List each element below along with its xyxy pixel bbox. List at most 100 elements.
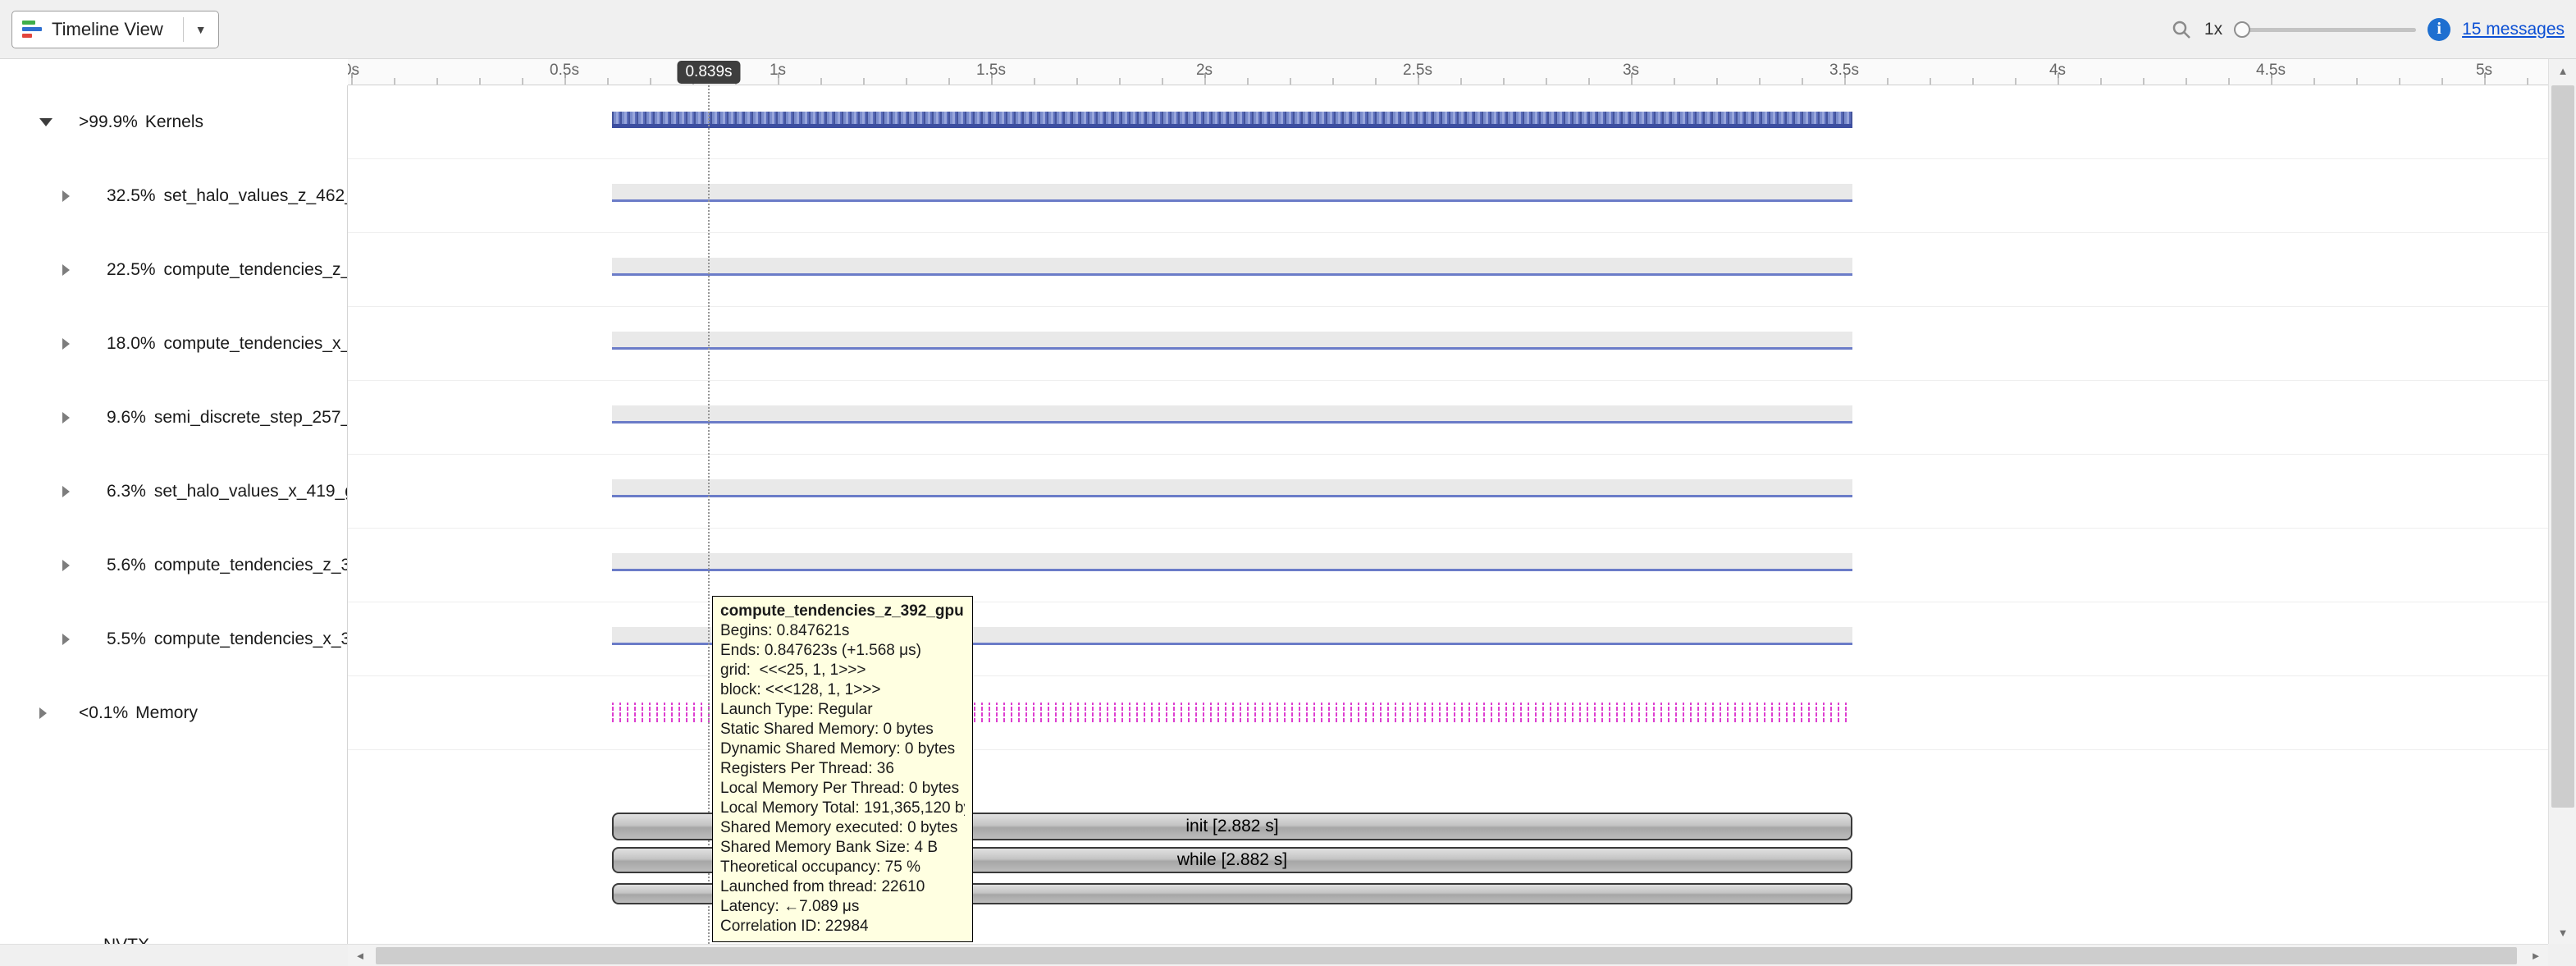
sidebar-row-memory[interactable]: <0.1% Memory — [0, 676, 348, 750]
toolbar: Timeline View ▼ 1x i 15 messages — [0, 0, 2576, 59]
sidebar-row-kernels[interactable]: >99.9% Kernels — [0, 85, 348, 159]
zoom-slider[interactable] — [2234, 20, 2416, 39]
zoom-slider-thumb[interactable] — [2234, 21, 2250, 38]
tooltip-line: Theoretical occupancy: 75 % — [720, 858, 965, 877]
kernel-tooltip: compute_tendencies_z_392_gpu Begins: 0.8… — [712, 596, 973, 942]
row-percent: 5.6% — [107, 556, 146, 575]
scroll-right-arrow[interactable]: ► — [2523, 945, 2548, 966]
tooltip-line: Latency: ←7.089 μs — [720, 897, 965, 917]
ruler-tick-label: 0.5s — [550, 62, 579, 80]
tooltip-line: Correlation ID: 22984 — [720, 917, 965, 936]
row-percent: 22.5% — [107, 260, 156, 280]
nvtx-range-label: init [2.882 s] — [1185, 817, 1278, 836]
kernel-track-bar[interactable] — [612, 184, 1852, 202]
scroll-left-arrow[interactable]: ◄ — [348, 945, 372, 966]
scrollbar-corner — [2548, 944, 2576, 966]
kernels-activity-bar[interactable] — [612, 112, 1852, 128]
row-name: Kernels — [145, 112, 203, 132]
ruler-tick-label: 1.5s — [976, 62, 1006, 80]
row-name: compute_tendencies_z_354_gpu — [164, 260, 348, 280]
tooltip-line: Shared Memory Bank Size: 4 B — [720, 838, 965, 858]
horizontal-scrollbar-thumb[interactable] — [376, 947, 2517, 964]
tooltip-line: block: <<<128, 1, 1>>> — [720, 680, 965, 700]
chevron-down-icon: ▼ — [192, 23, 210, 36]
ruler-tick-label: 4.5s — [2256, 62, 2286, 80]
sidebar-row-semi-discrete-step[interactable]: 9.6% semi_discrete_step_257_gpu — [0, 381, 348, 455]
row-percent: >99.9% — [79, 112, 138, 132]
vertical-scrollbar[interactable]: ▲ ▼ — [2548, 59, 2576, 944]
row-percent: 5.5% — [107, 630, 146, 649]
tooltip-line: Local Memory Per Thread: 0 bytes — [720, 779, 965, 799]
tooltip-line: grid: <<<25, 1, 1>>> — [720, 661, 965, 680]
tooltip-title: compute_tendencies_z_392_gpu — [720, 602, 965, 621]
tooltip-line: Shared Memory executed: 0 bytes — [720, 818, 965, 838]
timeline-row-semi-discrete-step — [348, 381, 2548, 455]
row-name: semi_discrete_step_257_gpu — [154, 408, 348, 428]
cursor-time-badge: 0.839s — [677, 61, 740, 84]
zoom-slider-track[interactable] — [2234, 28, 2416, 32]
timeline-row-compute-tendencies-x-324 — [348, 602, 2548, 676]
tooltip-line: Dynamic Shared Memory: 0 bytes — [720, 739, 965, 759]
sidebar-row-set-halo-values-z[interactable]: 32.5% set_halo_values_z_462_gpu — [0, 159, 348, 233]
sidebar-row-compute-tendencies-z-354[interactable]: 22.5% compute_tendencies_z_354_gpu — [0, 233, 348, 307]
dropdown-separator — [183, 17, 184, 42]
scroll-up-arrow[interactable]: ▲ — [2549, 59, 2576, 82]
expand-triangle-icon[interactable] — [62, 412, 70, 423]
tooltip-line: Begins: 0.847621s — [720, 621, 965, 641]
timeline-row-memory — [348, 676, 2548, 750]
sidebar-row-set-halo-values-x[interactable]: 6.3% set_halo_values_x_419_gpu — [0, 455, 348, 529]
row-name: set_halo_values_x_419_gpu — [154, 482, 348, 501]
tooltip-line: Static Shared Memory: 0 bytes — [720, 720, 965, 739]
row-percent: <0.1% — [79, 703, 128, 723]
kernel-track-bar[interactable] — [612, 405, 1852, 423]
expand-triangle-icon[interactable] — [39, 707, 47, 719]
row-name: compute_tendencies_x_324_gpu — [154, 630, 348, 649]
view-selector-label: Timeline View — [52, 19, 175, 40]
row-tree-sidebar: >99.9% Kernels 32.5% set_halo_values_z_4… — [0, 85, 348, 944]
messages-link[interactable]: 15 messages — [2462, 20, 2565, 39]
collapse-triangle-icon[interactable] — [39, 118, 53, 126]
timeline-row-set-halo-values-x — [348, 455, 2548, 529]
sidebar-row-compute-tendencies-z-392[interactable]: 5.6% compute_tendencies_z_392_gpu — [0, 529, 348, 602]
ruler-tick-label: 2.5s — [1403, 62, 1432, 80]
bottom-left-filler — [0, 944, 348, 966]
view-selector-dropdown[interactable]: Timeline View ▼ — [11, 11, 219, 48]
row-name: compute_tendencies_z_392_gpu — [154, 556, 348, 575]
expand-triangle-icon[interactable] — [62, 634, 70, 645]
kernel-track-bar[interactable] — [612, 332, 1852, 350]
ruler-tick-label: 3.5s — [1829, 62, 1859, 80]
expand-triangle-icon[interactable] — [62, 486, 70, 497]
sidebar-row-compute-tendencies-x-286[interactable]: 18.0% compute_tendencies_x_286_gpu — [0, 307, 348, 381]
scroll-down-arrow[interactable]: ▼ — [2549, 921, 2576, 944]
zoom-magnifier-icon — [2170, 18, 2193, 41]
expand-triangle-icon[interactable] — [62, 560, 70, 571]
row-name: set_halo_values_z_462_gpu — [164, 186, 348, 206]
ruler-tick-label: 1s — [770, 62, 786, 80]
row-percent: 6.3% — [107, 482, 146, 501]
row-percent: 32.5% — [107, 186, 156, 206]
info-icon[interactable]: i — [2428, 18, 2450, 41]
timeline-row-set-halo-values-z — [348, 159, 2548, 233]
expand-triangle-icon[interactable] — [62, 264, 70, 276]
timeline-row-compute-tendencies-x-286 — [348, 307, 2548, 381]
timeline-canvas[interactable]: init [2.882 s] while [2.882 s] — [348, 85, 2548, 944]
nsight-timeline-window: init [2.882 s] while [2.882 s] >99.9% Ke… — [0, 0, 2576, 966]
zoom-level-label: 1x — [2204, 20, 2222, 39]
vertical-scrollbar-thumb[interactable] — [2551, 85, 2574, 808]
sidebar-row-nvtx[interactable]: NVTX — [103, 929, 149, 944]
kernel-track-bar[interactable] — [612, 479, 1852, 497]
row-name: Memory — [135, 703, 198, 723]
expand-triangle-icon[interactable] — [62, 338, 70, 350]
tooltip-line: Registers Per Thread: 36 — [720, 759, 965, 779]
tooltip-line: Local Memory Total: 191,365,120 bytes — [720, 799, 965, 818]
nvtx-range-label: while [2.882 s] — [1177, 850, 1287, 870]
row-percent: 9.6% — [107, 408, 146, 428]
sidebar-row-compute-tendencies-x-324[interactable]: 5.5% compute_tendencies_x_324_gpu — [0, 602, 348, 676]
horizontal-scrollbar[interactable]: ◄ ► — [348, 944, 2548, 966]
timeline-row-compute-tendencies-z-392 — [348, 529, 2548, 602]
timeline-row-compute-tendencies-z-354 — [348, 233, 2548, 307]
kernel-track-bar[interactable] — [612, 553, 1852, 571]
kernel-track-bar[interactable] — [612, 258, 1852, 276]
expand-triangle-icon[interactable] — [62, 190, 70, 202]
tooltip-line: Launch Type: Regular — [720, 700, 965, 720]
